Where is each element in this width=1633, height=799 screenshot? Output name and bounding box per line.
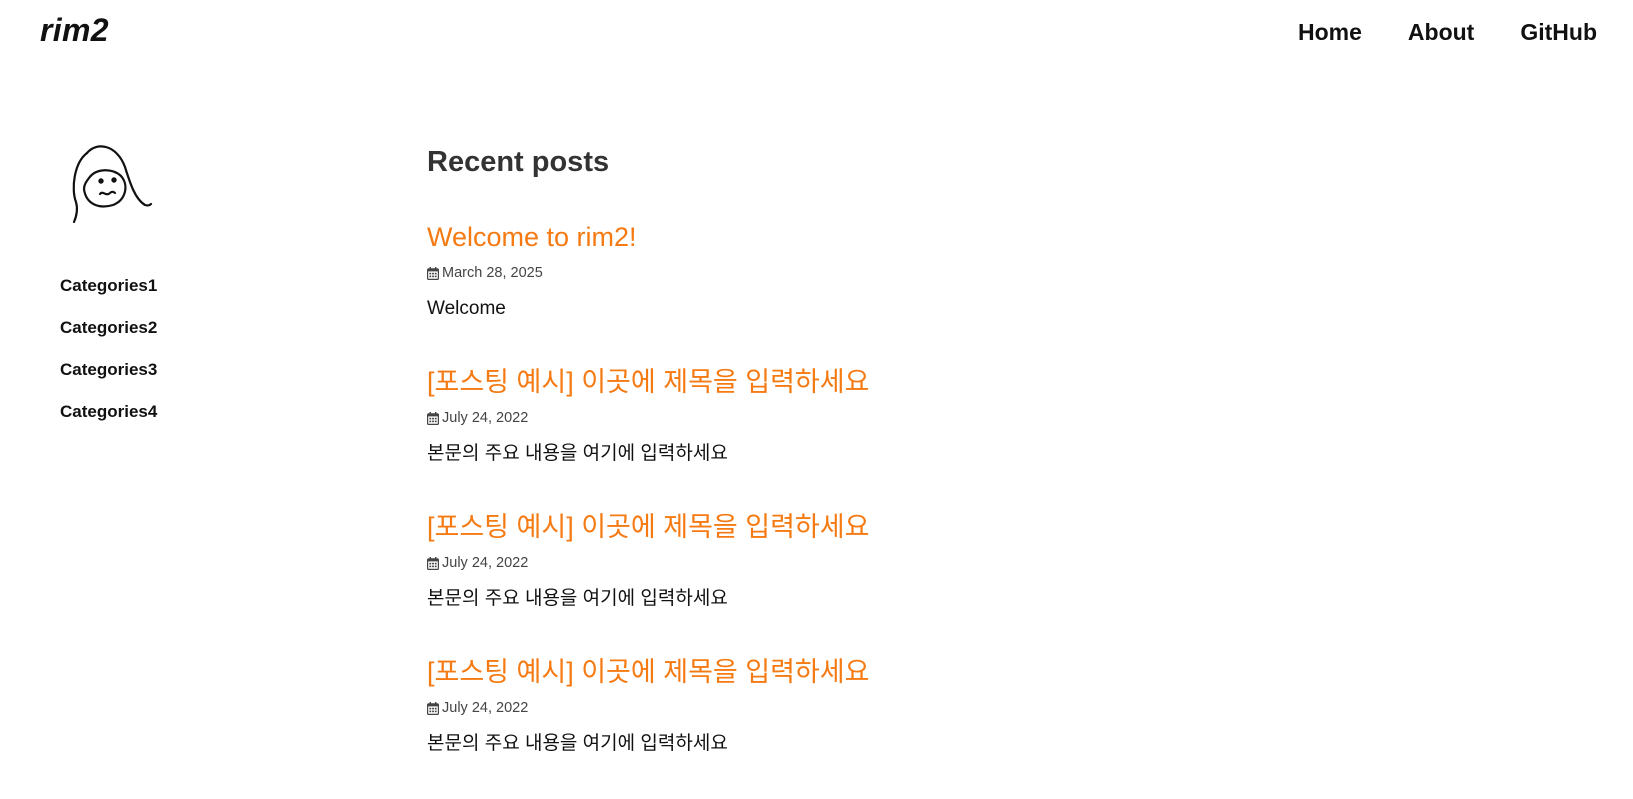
category-link-4[interactable]: Categories4 <box>60 402 157 421</box>
category-link-2[interactable]: Categories2 <box>60 318 157 337</box>
post-item: [포스팅 예시] 이곳에 제목을 입력하세요 July 24, 2022 본문의… <box>427 509 1427 654</box>
brand-logo-link[interactable]: rim2 <box>40 12 109 49</box>
post-meta: July 24, 2022 <box>427 410 528 426</box>
post-title-link[interactable]: [포스팅 예시] 이곳에 제목을 입력하세요 <box>427 509 869 545</box>
post-meta: July 24, 2022 <box>427 555 528 571</box>
calendar-icon <box>427 266 439 280</box>
category-list: Categories1 Categories2 Categories3 Cate… <box>60 275 320 443</box>
post-item: [포스팅 예시] 이곳에 제목을 입력하세요 July 24, 2022 본문의… <box>427 654 1427 799</box>
post-excerpt: 본문의 주요 내용을 여기에 입력하세요 <box>427 588 728 609</box>
face-doodle-icon <box>72 145 153 224</box>
post-list: Welcome to rim2! March 28, 2025 Welcome <box>427 219 1427 799</box>
post-date: March 28, 2025 <box>442 265 543 281</box>
post-item: [포스팅 예시] 이곳에 제목을 입력하세요 July 24, 2022 본문의… <box>427 364 1427 509</box>
category-link-3[interactable]: Categories3 <box>60 360 157 379</box>
category-link-1[interactable]: Categories1 <box>60 276 157 295</box>
nav-home-link[interactable]: Home <box>1298 19 1362 46</box>
post-title-link[interactable]: [포스팅 예시] 이곳에 제목을 입력하세요 <box>427 364 869 400</box>
nav-about-link[interactable]: About <box>1408 19 1474 46</box>
post-date: July 24, 2022 <box>442 700 529 716</box>
site-header: rim2 Home About GitHub <box>0 0 1633 70</box>
post-item: Welcome to rim2! March 28, 2025 Welcome <box>427 219 1427 364</box>
post-excerpt: 본문의 주요 내용을 여기에 입력하세요 <box>427 443 728 464</box>
category-item: Categories4 <box>60 401 320 443</box>
post-meta: July 24, 2022 <box>427 700 528 716</box>
section-title: Recent posts <box>427 146 610 178</box>
post-excerpt: Welcome <box>427 298 506 319</box>
category-item: Categories2 <box>60 317 320 359</box>
category-item: Categories3 <box>60 359 320 401</box>
post-excerpt: 본문의 주요 내용을 여기에 입력하세요 <box>427 733 728 754</box>
nav-github-link[interactable]: GitHub <box>1520 19 1597 46</box>
post-meta: March 28, 2025 <box>427 265 543 281</box>
calendar-icon <box>427 701 439 715</box>
post-date: July 24, 2022 <box>442 555 529 571</box>
post-title-link[interactable]: [포스팅 예시] 이곳에 제목을 입력하세요 <box>427 654 869 690</box>
main-nav: Home About GitHub <box>1298 19 1597 46</box>
main-content: Recent posts Welcome to rim2! March 28, … <box>427 140 1427 799</box>
calendar-icon <box>427 411 439 425</box>
calendar-icon <box>427 556 439 570</box>
post-date: July 24, 2022 <box>442 410 529 426</box>
sidebar: Categories1 Categories2 Categories3 Cate… <box>60 143 320 443</box>
category-item: Categories1 <box>60 275 320 317</box>
post-title-link[interactable]: Welcome to rim2! <box>427 219 637 255</box>
